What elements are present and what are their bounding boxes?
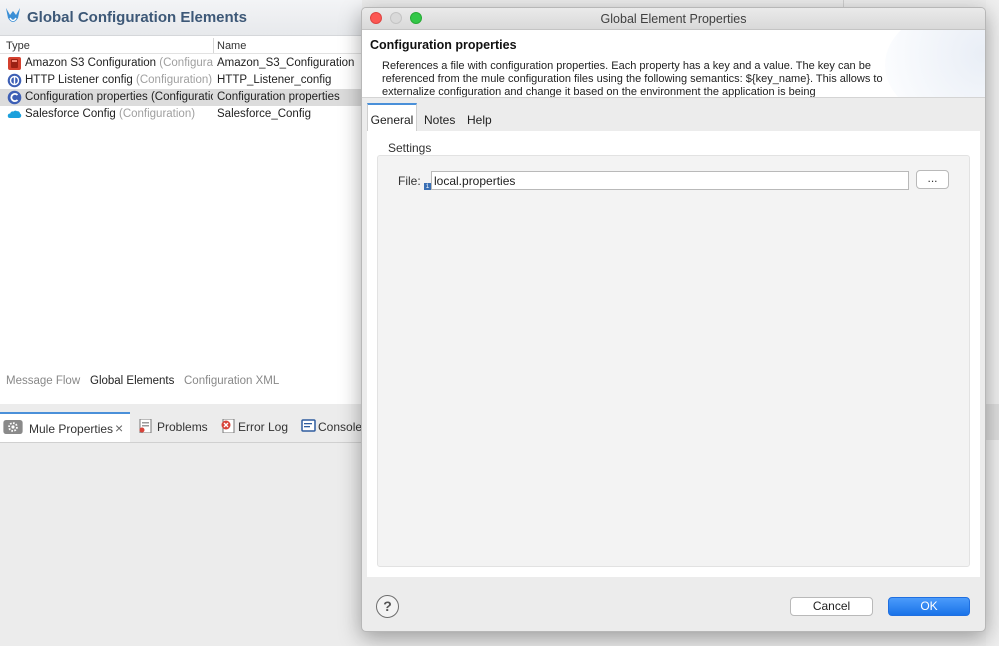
- row-type: Amazon S3 Configuration: [25, 57, 157, 69]
- table-row-selected[interactable]: Configuration properties (Configuration)…: [0, 89, 362, 106]
- column-header-type[interactable]: Type: [6, 40, 30, 52]
- info-marker-icon: i: [424, 183, 431, 190]
- tab-label: Problems: [157, 420, 208, 434]
- background-panel-edge: [986, 0, 999, 646]
- general-tab-content: Settings File: i ...: [367, 131, 980, 577]
- help-button[interactable]: ?: [376, 595, 399, 618]
- table-header: Type Name: [0, 38, 362, 54]
- cancel-button[interactable]: Cancel: [790, 597, 873, 616]
- description-area: Configuration properties References a fi…: [362, 30, 985, 98]
- tab-console[interactable]: Console: [298, 412, 362, 442]
- editor-title: Global Configuration Elements: [27, 9, 248, 26]
- file-input[interactable]: [431, 171, 909, 190]
- tab-configuration-xml[interactable]: Configuration XML: [184, 375, 279, 387]
- row-kind: (Configuration): [136, 74, 213, 86]
- mule-properties-panel: [0, 442, 362, 646]
- browse-button[interactable]: ...: [916, 170, 949, 189]
- problems-icon: [139, 419, 152, 433]
- salesforce-cloud-icon: [7, 110, 22, 119]
- tab-label: Console: [318, 420, 363, 434]
- table-row[interactable]: HTTP Listener config (Configuration) HTT…: [0, 72, 362, 89]
- global-elements-editor: Global Configuration Elements Type Name …: [0, 0, 362, 404]
- file-label: File:: [398, 174, 421, 188]
- row-type: Configuration properties: [25, 91, 148, 103]
- tab-label: Error Log: [238, 420, 289, 434]
- mule-logo-icon: [6, 8, 20, 22]
- amazon-s3-icon: [8, 57, 21, 70]
- row-kind: (Configuration): [159, 57, 213, 69]
- dialog-tabbar: General Notes Help: [367, 103, 980, 131]
- dialog-title: Global Element Properties: [600, 12, 747, 26]
- tab-mule-properties[interactable]: Mule Properties ×: [0, 412, 130, 442]
- settings-group: File: i ...: [377, 155, 970, 567]
- row-kind: (Configuration): [150, 91, 213, 103]
- error-log-icon: [221, 419, 235, 433]
- dialog-description: References a file with configuration pro…: [382, 60, 883, 98]
- close-icon[interactable]: ×: [115, 420, 123, 436]
- tab-problems[interactable]: Problems: [135, 412, 211, 442]
- dialog-heading: Configuration properties: [370, 38, 517, 52]
- tab-notes[interactable]: Notes: [424, 103, 455, 131]
- column-header-name[interactable]: Name: [217, 40, 246, 52]
- console-icon: [301, 419, 316, 432]
- tab-error-log[interactable]: Error Log: [217, 412, 295, 442]
- tab-global-elements[interactable]: Global Elements: [90, 375, 174, 387]
- views-tabbar: Mule Properties × Problems Error Log Con…: [0, 412, 362, 442]
- row-name: HTTP_Listener_config: [217, 74, 332, 86]
- dialog-titlebar[interactable]: Global Element Properties: [362, 8, 985, 30]
- http-listener-icon: [7, 73, 22, 88]
- tab-help[interactable]: Help: [467, 103, 492, 131]
- configuration-properties-icon: [7, 90, 22, 105]
- settings-group-label: Settings: [388, 141, 432, 155]
- tab-general[interactable]: General: [367, 103, 417, 131]
- global-element-properties-dialog: Global Element Properties Configuration …: [361, 7, 986, 632]
- row-type: HTTP Listener config: [25, 74, 133, 86]
- row-kind: (Configuration): [118, 108, 196, 120]
- row-name: Amazon_S3_Configuration: [217, 57, 355, 69]
- background-panel-band: [986, 404, 999, 440]
- editor-header: Global Configuration Elements: [0, 0, 362, 36]
- ok-button[interactable]: OK: [888, 597, 970, 616]
- gear-icon: [3, 420, 23, 434]
- row-name: Salesforce_Config: [217, 108, 311, 120]
- table-row[interactable]: Salesforce Config (Configuration) Salesf…: [0, 106, 362, 123]
- table-row[interactable]: Amazon S3 Configuration (Configuration) …: [0, 55, 362, 72]
- row-type: Salesforce Config: [25, 108, 116, 120]
- column-divider[interactable]: [213, 38, 214, 53]
- tab-message-flow[interactable]: Message Flow: [6, 375, 80, 387]
- row-name: Configuration properties: [217, 91, 340, 103]
- tab-label: Mule Properties: [29, 422, 114, 436]
